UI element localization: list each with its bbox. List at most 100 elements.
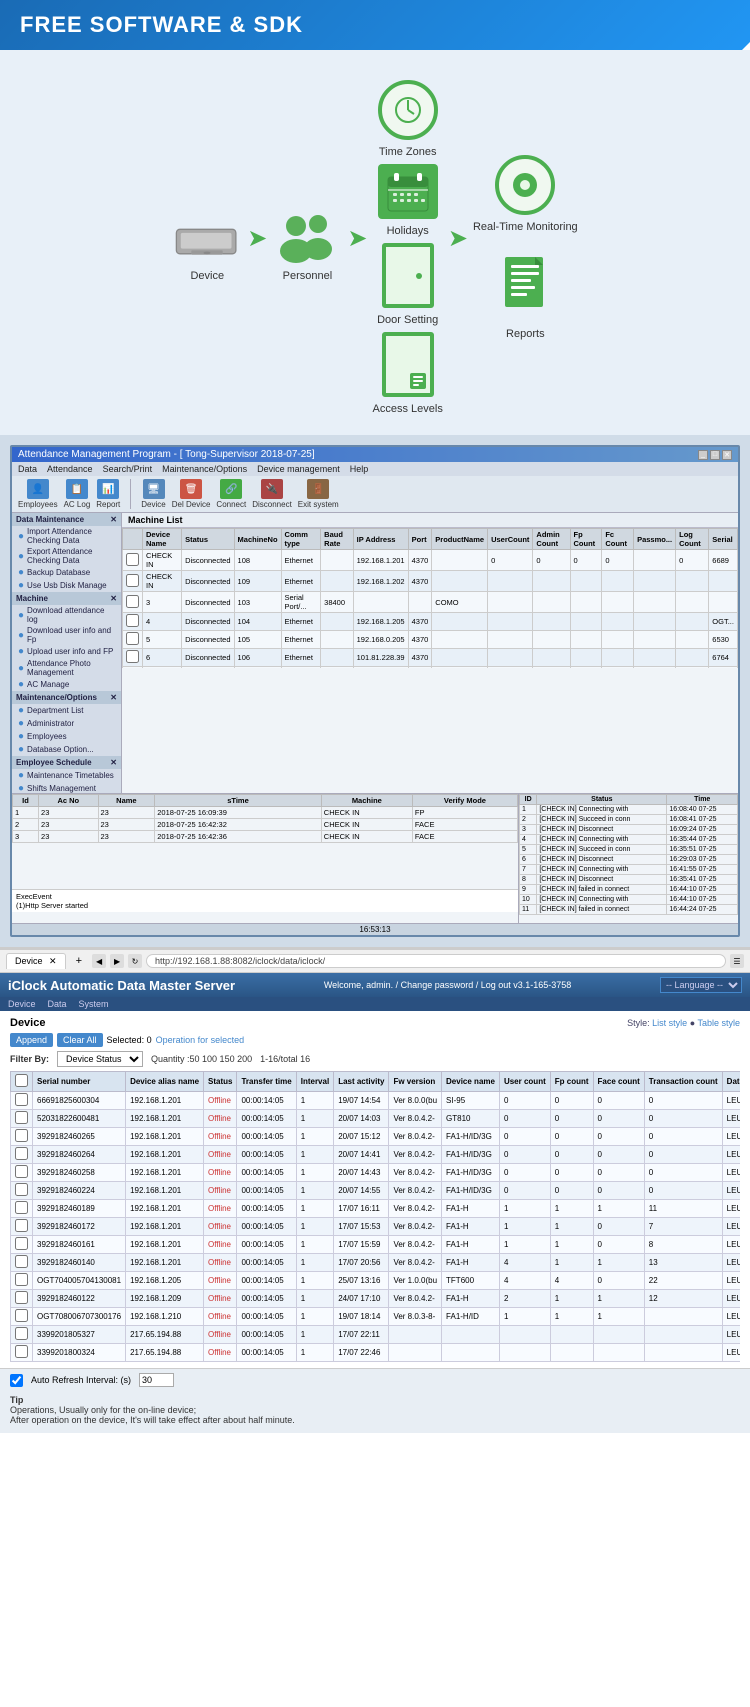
maximize-btn[interactable]: □ <box>710 450 720 460</box>
list-item[interactable]: OGT704005704130081192.168.1.205Offline00… <box>11 1272 741 1290</box>
sidebar-item-admin[interactable]: ●Administrator <box>12 717 121 730</box>
device-row-checkbox[interactable] <box>15 1237 28 1250</box>
list-item[interactable]: 3929182460161192.168.1.201Offline00:00:1… <box>11 1236 741 1254</box>
sidebar-item-download-user[interactable]: ●Download user info and Fp <box>12 625 121 645</box>
table-row[interactable]: 6Disconnected106Ethernet101.81.228.39437… <box>123 649 738 667</box>
table-style-btn[interactable]: Table style <box>697 1018 740 1028</box>
device-row-checkbox[interactable] <box>15 1345 28 1358</box>
menu-device[interactable]: Device management <box>257 464 340 474</box>
list-item[interactable]: 3929182460258192.168.1.201Offline00:00:1… <box>11 1164 741 1182</box>
device-row-checkbox[interactable] <box>15 1129 28 1142</box>
row-checkbox[interactable] <box>126 553 139 566</box>
status-badge: Offline <box>208 1276 231 1285</box>
operation-btn[interactable]: Operation for selected <box>156 1035 245 1045</box>
nav-data[interactable]: Data <box>48 999 67 1009</box>
menu-btn[interactable]: ☰ <box>730 954 744 968</box>
table-row[interactable]: 5Disconnected105Ethernet192.168.0.205437… <box>123 631 738 649</box>
clear-all-btn[interactable]: Clear All <box>57 1033 103 1047</box>
list-item[interactable]: 3929182460122192.168.1.209Offline00:00:1… <box>11 1290 741 1308</box>
menu-maintenance[interactable]: Maintenance/Options <box>162 464 247 474</box>
list-item[interactable]: 3929182460140192.168.1.201Offline00:00:1… <box>11 1254 741 1272</box>
menu-attendance[interactable]: Attendance <box>47 464 93 474</box>
refresh-btn[interactable]: ↻ <box>128 954 142 968</box>
sidebar-item-photo[interactable]: ●Attendance Photo Management <box>12 658 121 678</box>
menu-data[interactable]: Data <box>18 464 37 474</box>
sidebar-item-import[interactable]: ●Import Attendance Checking Data <box>12 526 121 546</box>
list-item[interactable]: 66691825600304192.168.1.201Offline00:00:… <box>11 1092 741 1110</box>
list-item[interactable]: 3929182460265192.168.1.201Offline00:00:1… <box>11 1128 741 1146</box>
device-row-checkbox[interactable] <box>15 1183 28 1196</box>
row-checkbox[interactable] <box>126 614 139 627</box>
device-row-checkbox[interactable] <box>15 1111 28 1124</box>
device-row-checkbox[interactable] <box>15 1165 28 1178</box>
sidebar-item-backup[interactable]: ●Backup Database <box>12 566 121 579</box>
sidebar-item-export[interactable]: ●Export Attendance Checking Data <box>12 546 121 566</box>
device-row-checkbox[interactable] <box>15 1093 28 1106</box>
nav-system[interactable]: System <box>79 999 109 1009</box>
select-all-cb[interactable] <box>15 1074 28 1087</box>
exit-btn[interactable]: 🚪 Exit system <box>298 479 339 509</box>
auto-refresh-cb[interactable] <box>10 1374 23 1387</box>
forward-btn[interactable]: ▶ <box>110 954 124 968</box>
aclog-tab[interactable]: 📋 AC Log <box>64 479 91 509</box>
tab-close-icon[interactable]: ✕ <box>49 956 57 966</box>
connect-btn[interactable]: 🔗 Connect <box>216 479 246 509</box>
row-checkbox[interactable] <box>126 595 139 608</box>
sidebar-item-usb[interactable]: ●Use Usb Disk Manage <box>12 579 121 592</box>
device-row-checkbox[interactable] <box>15 1291 28 1304</box>
table-row[interactable]: 3Disconnected103Serial Port/...38400COMO <box>123 592 738 613</box>
device-row-checkbox[interactable] <box>15 1219 28 1232</box>
list-item[interactable]: 3399201800324217.65.194.88Offline00:00:1… <box>11 1344 741 1362</box>
sidebar-item-download-log[interactable]: ●Download attendance log <box>12 605 121 625</box>
list-item[interactable]: 3929182460264192.168.1.201Offline00:00:1… <box>11 1146 741 1164</box>
append-btn[interactable]: Append <box>10 1033 53 1047</box>
list-item[interactable]: 3929182460224192.168.1.201Offline00:00:1… <box>11 1182 741 1200</box>
row-checkbox[interactable] <box>126 574 139 587</box>
device-tab[interactable]: Device ✕ <box>6 953 66 969</box>
menu-search[interactable]: Search/Print <box>103 464 153 474</box>
device-row-checkbox[interactable] <box>15 1273 28 1286</box>
interval-input[interactable] <box>139 1373 174 1387</box>
table-row[interactable]: CHECK INDisconnected109Ethernet192.168.1… <box>123 571 738 592</box>
sidebar-item-employees[interactable]: ●Employees <box>12 730 121 743</box>
list-style-btn[interactable]: List style <box>652 1018 687 1028</box>
device-row-checkbox[interactable] <box>15 1309 28 1322</box>
row-checkbox[interactable] <box>126 632 139 645</box>
sidebar-item-timetable[interactable]: ●Maintenance Timetables <box>12 769 121 782</box>
url-bar[interactable]: http://192.168.1.88:8082/iclock/data/icl… <box>146 954 726 968</box>
employees-tab[interactable]: 👤 Employees <box>18 479 58 509</box>
sidebar-item-ac[interactable]: ●AC Manage <box>12 678 121 691</box>
close-btn[interactable]: ✕ <box>722 450 732 460</box>
filter-select[interactable]: Device Status <box>57 1051 143 1067</box>
back-btn[interactable]: ◀ <box>92 954 106 968</box>
status-badge: Offline <box>208 1222 231 1231</box>
disconnect-btn[interactable]: 🔌 Disconnect <box>252 479 292 509</box>
nav-device[interactable]: Device <box>8 999 36 1009</box>
list-item[interactable]: 3929182460189192.168.1.201Offline00:00:1… <box>11 1200 741 1218</box>
sidebar-item-upload-user[interactable]: ●Upload user info and FP <box>12 645 121 658</box>
win-controls[interactable]: _ □ ✕ <box>698 450 732 460</box>
menu-help[interactable]: Help <box>350 464 369 474</box>
device-btn[interactable]: 🖥 Device <box>141 479 165 509</box>
row-checkbox[interactable] <box>126 650 139 663</box>
list-item[interactable]: 3929182460172192.168.1.201Offline00:00:1… <box>11 1218 741 1236</box>
language-select[interactable]: -- Language -- <box>660 977 742 993</box>
sidebar-item-shifts[interactable]: ●Shifts Management <box>12 782 121 793</box>
device-row-checkbox[interactable] <box>15 1147 28 1160</box>
table-row[interactable]: CHECK INDisconnected108Ethernet192.168.1… <box>123 550 738 571</box>
report-tab[interactable]: 📊 Report <box>96 479 120 509</box>
list-item[interactable]: 3399201805327217.65.194.88Offline00:00:1… <box>11 1326 741 1344</box>
table-row[interactable]: 7Disconnected107USB3204 <box>123 667 738 669</box>
del-device-btn[interactable]: 🗑 Del Device <box>172 479 211 509</box>
list-item[interactable]: 52031822600481192.168.1.201Offline00:00:… <box>11 1110 741 1128</box>
sidebar-item-db[interactable]: ●Database Option... <box>12 743 121 756</box>
list-item[interactable]: OGT708006707300176192.168.1.210Offline00… <box>11 1308 741 1326</box>
device-row-checkbox[interactable] <box>15 1201 28 1214</box>
minimize-btn[interactable]: _ <box>698 450 708 460</box>
table-row[interactable]: 4Disconnected104Ethernet192.168.1.205437… <box>123 613 738 631</box>
sidebar-item-dept[interactable]: ●Department List <box>12 704 121 717</box>
device-row-checkbox[interactable] <box>15 1327 28 1340</box>
new-tab-btn[interactable]: + <box>70 953 88 969</box>
device-row-checkbox[interactable] <box>15 1255 28 1268</box>
flow-item-realtime: Real-Time Monitoring <box>473 155 578 233</box>
